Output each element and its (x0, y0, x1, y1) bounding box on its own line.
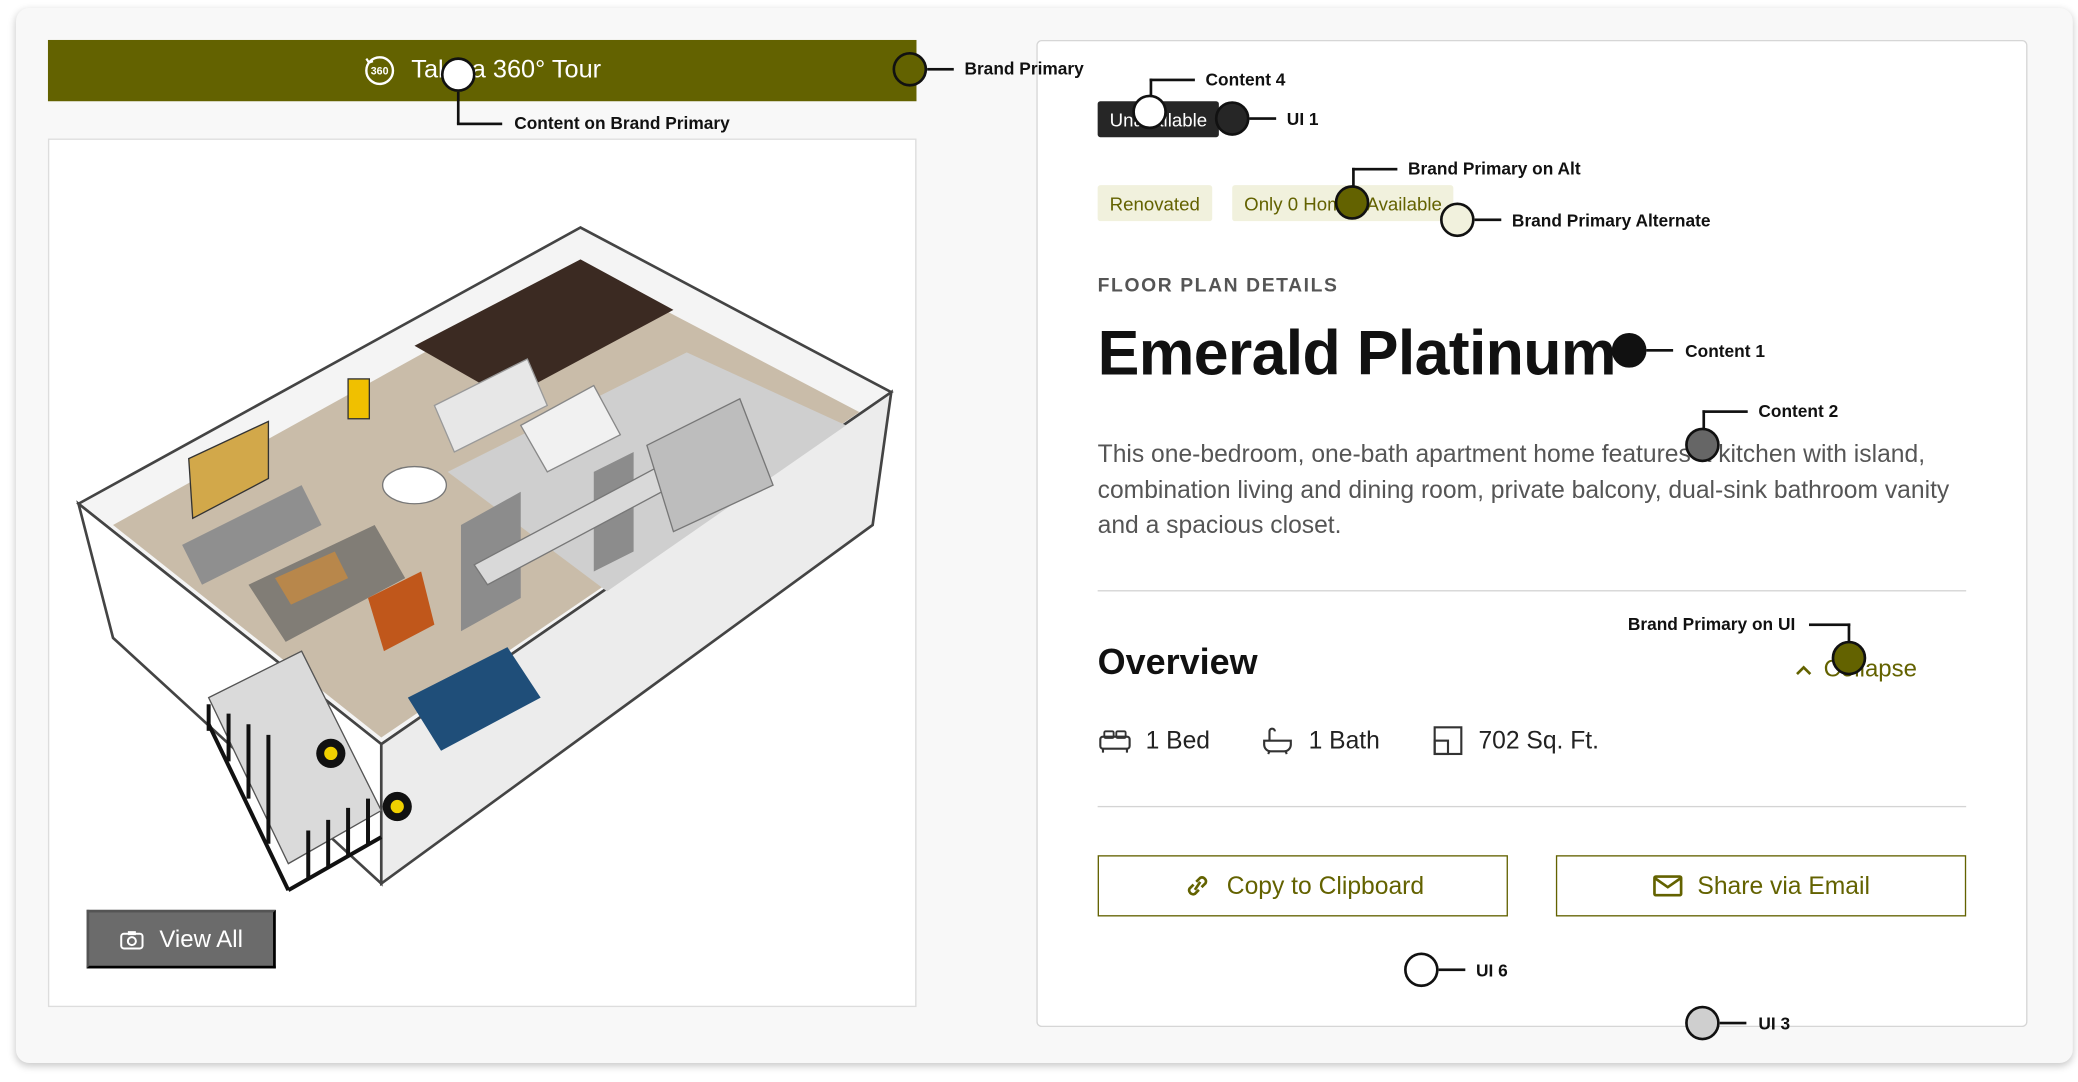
content-1-marker (1611, 333, 1647, 368)
leader-line (1719, 1021, 1747, 1025)
ui-1-annotation: UI 1 (1286, 109, 1319, 130)
ui-6-annotation: UI 6 (1475, 960, 1508, 981)
leader-line (1352, 167, 1398, 171)
feature-area: 702 Sq. Ft. (1430, 725, 1599, 757)
bed-icon (1099, 730, 1131, 753)
leader-line (1646, 349, 1674, 352)
feature-bath-label: 1 Bath (1308, 725, 1380, 754)
floor-plan-3d-image[interactable] (49, 140, 915, 1006)
mail-icon (1653, 875, 1683, 897)
leader-line (1808, 623, 1851, 627)
features-row: 1 Bed 1 Bath 702 Sq. Ft. (1098, 725, 1650, 757)
floor-plan-image-panel: View All (47, 138, 917, 1008)
email-label: Share via Email (1697, 871, 1870, 900)
brand-primary-annotation: Brand Primary (964, 58, 1084, 79)
divider (1097, 805, 1967, 808)
leader-line (1149, 78, 1195, 82)
leader-line (1352, 167, 1355, 187)
view-all-label: View All (159, 925, 243, 952)
leader-line (1438, 968, 1466, 972)
ui-6-marker (1404, 952, 1439, 988)
chevron-up-icon (1796, 664, 1812, 675)
share-via-email-button[interactable]: Share via Email (1555, 855, 1967, 917)
ui-1-marker (1214, 101, 1250, 136)
leader-line (1702, 410, 1748, 413)
brand-primary-on-ui-marker (1831, 640, 1867, 676)
leader-line (1847, 623, 1851, 643)
brand-primary-marker (892, 51, 928, 87)
brand-primary-alternate-annotation: Brand Primary Alternate (1511, 210, 1711, 231)
copy-to-clipboard-button[interactable]: Copy to Clipboard (1097, 855, 1508, 917)
ui-3-marker (1685, 1005, 1720, 1041)
svg-text:360: 360 (370, 66, 388, 78)
leader-line (1249, 117, 1277, 120)
feature-bed-label: 1 Bed (1145, 725, 1211, 754)
feature-bed: 1 Bed (1098, 725, 1210, 757)
take-360-tour-button[interactable]: 360 Take a 360° Tour (47, 39, 917, 102)
overview-title: Overview (1097, 642, 1258, 683)
feature-bath: 1 Bath (1261, 725, 1380, 757)
content-on-brand-primary-annotation: Content on Brand Primary (514, 113, 730, 134)
divider (1097, 590, 1967, 592)
brand-primary-on-alt-marker (1334, 185, 1370, 220)
view-all-button[interactable]: View All (86, 909, 276, 969)
brand-primary-on-ui-annotation: Brand Primary on UI (1627, 614, 1796, 635)
floor-plan-title: Emerald Platinum (1097, 317, 1617, 388)
360-icon: 360 (364, 56, 394, 86)
content-1-annotation: Content 1 (1685, 341, 1765, 361)
bath-icon (1263, 727, 1293, 755)
leader-line (456, 91, 460, 124)
content-2-marker (1685, 427, 1720, 463)
brand-primary-on-alt-annotation: Brand Primary on Alt (1408, 158, 1581, 179)
floor-plan-details-panel: Unavailable Renovated Only 0 Homes Avail… (1036, 39, 2028, 1028)
link-icon (1187, 876, 1208, 896)
content-2-annotation: Content 2 (1758, 400, 1839, 421)
content-4-marker (1132, 94, 1167, 130)
leader-line (927, 67, 954, 71)
renovated-chip: Renovated (1097, 185, 1212, 222)
floor-plan-eyebrow: FLOOR PLAN DETAILS (1097, 275, 1339, 298)
brand-primary-alternate-marker (1440, 202, 1475, 238)
camera-icon (119, 930, 144, 949)
tour-label: Take a 360° Tour (411, 55, 602, 84)
floor-plan-description: This one-bedroom, one-bath apartment hom… (1097, 439, 1950, 539)
area-icon (1433, 726, 1463, 756)
feature-area-label: 702 Sq. Ft. (1478, 725, 1599, 754)
content-on-brand-primary-marker (440, 57, 476, 92)
content-4-annotation: Content 4 (1205, 69, 1286, 90)
leader-line (456, 122, 503, 126)
leader-line (1702, 410, 1706, 429)
copy-label: Copy to Clipboard (1226, 871, 1425, 900)
leader-line (1474, 218, 1502, 222)
ui-3-annotation: UI 3 (1758, 1013, 1791, 1034)
